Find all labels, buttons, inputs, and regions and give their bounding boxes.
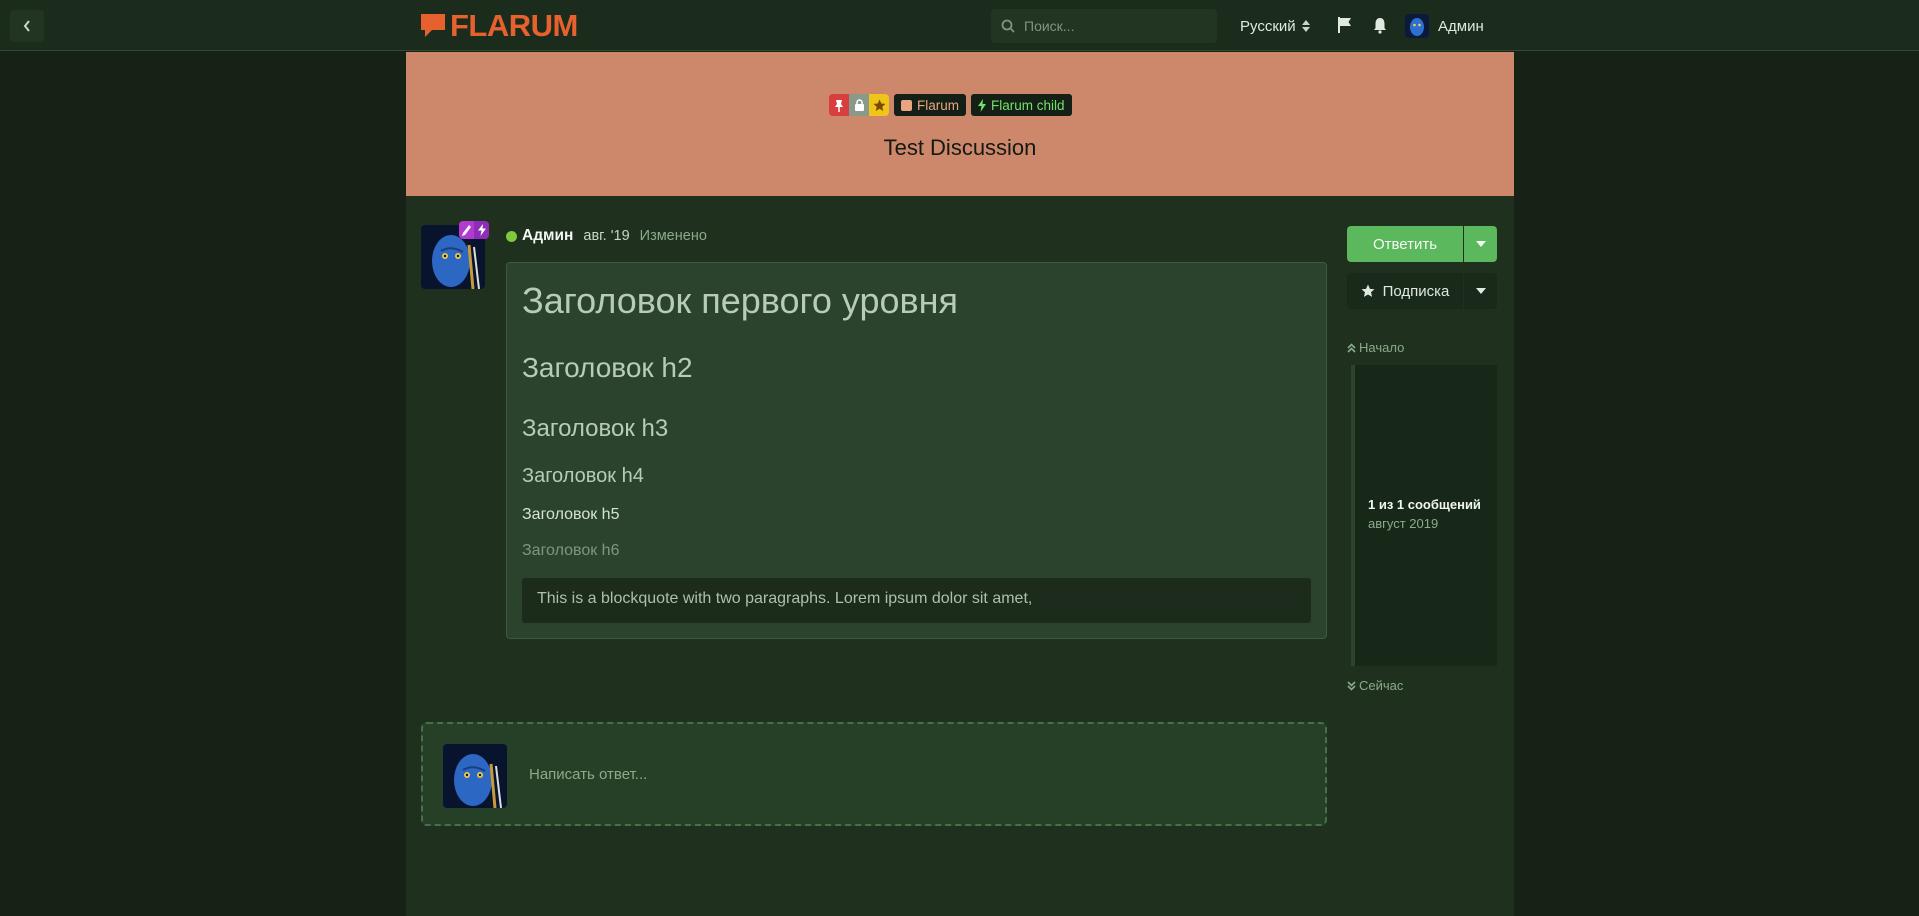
scrubber-track[interactable]: 1 из 1 сообщений август 2019 bbox=[1351, 365, 1497, 666]
bolt-icon bbox=[978, 98, 987, 112]
discussion-hero: Flarum Flarum child Test Discussion bbox=[406, 52, 1514, 196]
heading-5: Заголовок h5 bbox=[522, 506, 620, 523]
post-body: Заголовок первого уровня Заголовок h2 За… bbox=[506, 262, 1327, 639]
subscription-label: Подписка bbox=[1382, 282, 1450, 300]
post-date[interactable]: авг. '19 bbox=[583, 228, 629, 244]
heading-2: Заголовок h2 bbox=[522, 352, 693, 383]
heading-6: Заголовок h6 bbox=[522, 542, 620, 559]
user-badge bbox=[474, 221, 489, 239]
lock-icon bbox=[854, 99, 864, 111]
online-indicator bbox=[506, 230, 517, 242]
search-box[interactable] bbox=[991, 9, 1217, 43]
reply-placeholder-text: Написать ответ... bbox=[529, 766, 648, 783]
search-icon bbox=[1001, 19, 1015, 33]
discussion-page: Flarum Flarum child Test Discussion Адми… bbox=[406, 52, 1514, 916]
user-badge bbox=[459, 221, 474, 239]
subscription-dropdown-button[interactable] bbox=[1464, 273, 1497, 309]
flarum-logo-icon bbox=[421, 14, 445, 37]
scrubber-last[interactable]: Сейчас bbox=[1347, 678, 1403, 693]
header-username: Админ bbox=[1438, 17, 1484, 35]
double-chevron-up-icon bbox=[1347, 342, 1356, 353]
user-badges bbox=[459, 221, 489, 239]
back-button[interactable] bbox=[10, 10, 44, 42]
sticky-badge bbox=[829, 94, 849, 116]
flag-icon[interactable] bbox=[1336, 16, 1354, 34]
reply-dropdown-button[interactable] bbox=[1464, 226, 1497, 262]
scrubber-handle[interactable]: 1 из 1 сообщений август 2019 bbox=[1368, 497, 1481, 531]
heading-1: Заголовок первого уровня bbox=[522, 280, 959, 321]
blockquote: This is a blockquote with two paragraphs… bbox=[522, 578, 1311, 623]
avatar bbox=[1405, 14, 1429, 38]
star-icon bbox=[873, 99, 885, 111]
tag-label: Flarum child bbox=[991, 97, 1065, 113]
sort-icon bbox=[1301, 20, 1310, 32]
user-menu[interactable]: Админ bbox=[1405, 13, 1484, 39]
language-selector[interactable]: Русский bbox=[1240, 15, 1310, 37]
search-input[interactable] bbox=[1024, 18, 1204, 34]
reply-button-group: Ответить bbox=[1347, 226, 1497, 262]
pencil-icon bbox=[462, 224, 471, 236]
star-icon bbox=[1361, 284, 1375, 297]
pin-icon bbox=[835, 99, 843, 112]
post-username[interactable]: Админ bbox=[522, 227, 573, 245]
discussion-title: Test Discussion bbox=[883, 135, 1037, 160]
scrubber-first[interactable]: Начало bbox=[1347, 340, 1404, 355]
bell-icon[interactable] bbox=[1371, 16, 1389, 34]
status-badges bbox=[829, 94, 889, 116]
subscription-button[interactable]: Подписка bbox=[1347, 273, 1463, 309]
locked-badge bbox=[849, 94, 869, 116]
double-chevron-down-icon bbox=[1347, 680, 1356, 691]
bolt-icon bbox=[477, 224, 486, 236]
avatar bbox=[443, 744, 507, 808]
subscription-button-group: Подписка bbox=[1347, 273, 1497, 309]
tag-flarum-child[interactable]: Flarum child bbox=[971, 94, 1072, 116]
post-header: Админ авг. '19 Изменено bbox=[506, 226, 707, 246]
heading-3: Заголовок h3 bbox=[522, 415, 669, 442]
reply-placeholder[interactable]: Написать ответ... bbox=[421, 722, 1327, 826]
subscribed-badge bbox=[869, 94, 889, 116]
flarum-logo[interactable]: FLARUM bbox=[420, 10, 578, 42]
app-header: FLARUM Русский Админ bbox=[0, 0, 1919, 51]
scrubber-count: 1 из 1 сообщений bbox=[1368, 497, 1481, 512]
tag-square-icon bbox=[901, 99, 912, 111]
caret-down-icon bbox=[1475, 288, 1486, 294]
tag-flarum[interactable]: Flarum bbox=[894, 94, 967, 116]
reply-button[interactable]: Ответить bbox=[1347, 226, 1463, 262]
scrubber-start-label: Начало bbox=[1359, 340, 1405, 355]
language-label: Русский bbox=[1240, 17, 1296, 35]
post-edited[interactable]: Изменено bbox=[640, 228, 707, 244]
discussion-badges: Flarum Flarum child bbox=[829, 94, 1072, 116]
scrubber-date: август 2019 bbox=[1368, 516, 1439, 531]
caret-down-icon bbox=[1475, 241, 1486, 247]
heading-4: Заголовок h4 bbox=[522, 465, 644, 487]
scrubber-now-label: Сейчас bbox=[1359, 678, 1404, 693]
chevron-left-icon bbox=[23, 20, 30, 32]
logo-text: FLARUM bbox=[450, 8, 578, 43]
tag-label: Flarum bbox=[917, 97, 960, 113]
